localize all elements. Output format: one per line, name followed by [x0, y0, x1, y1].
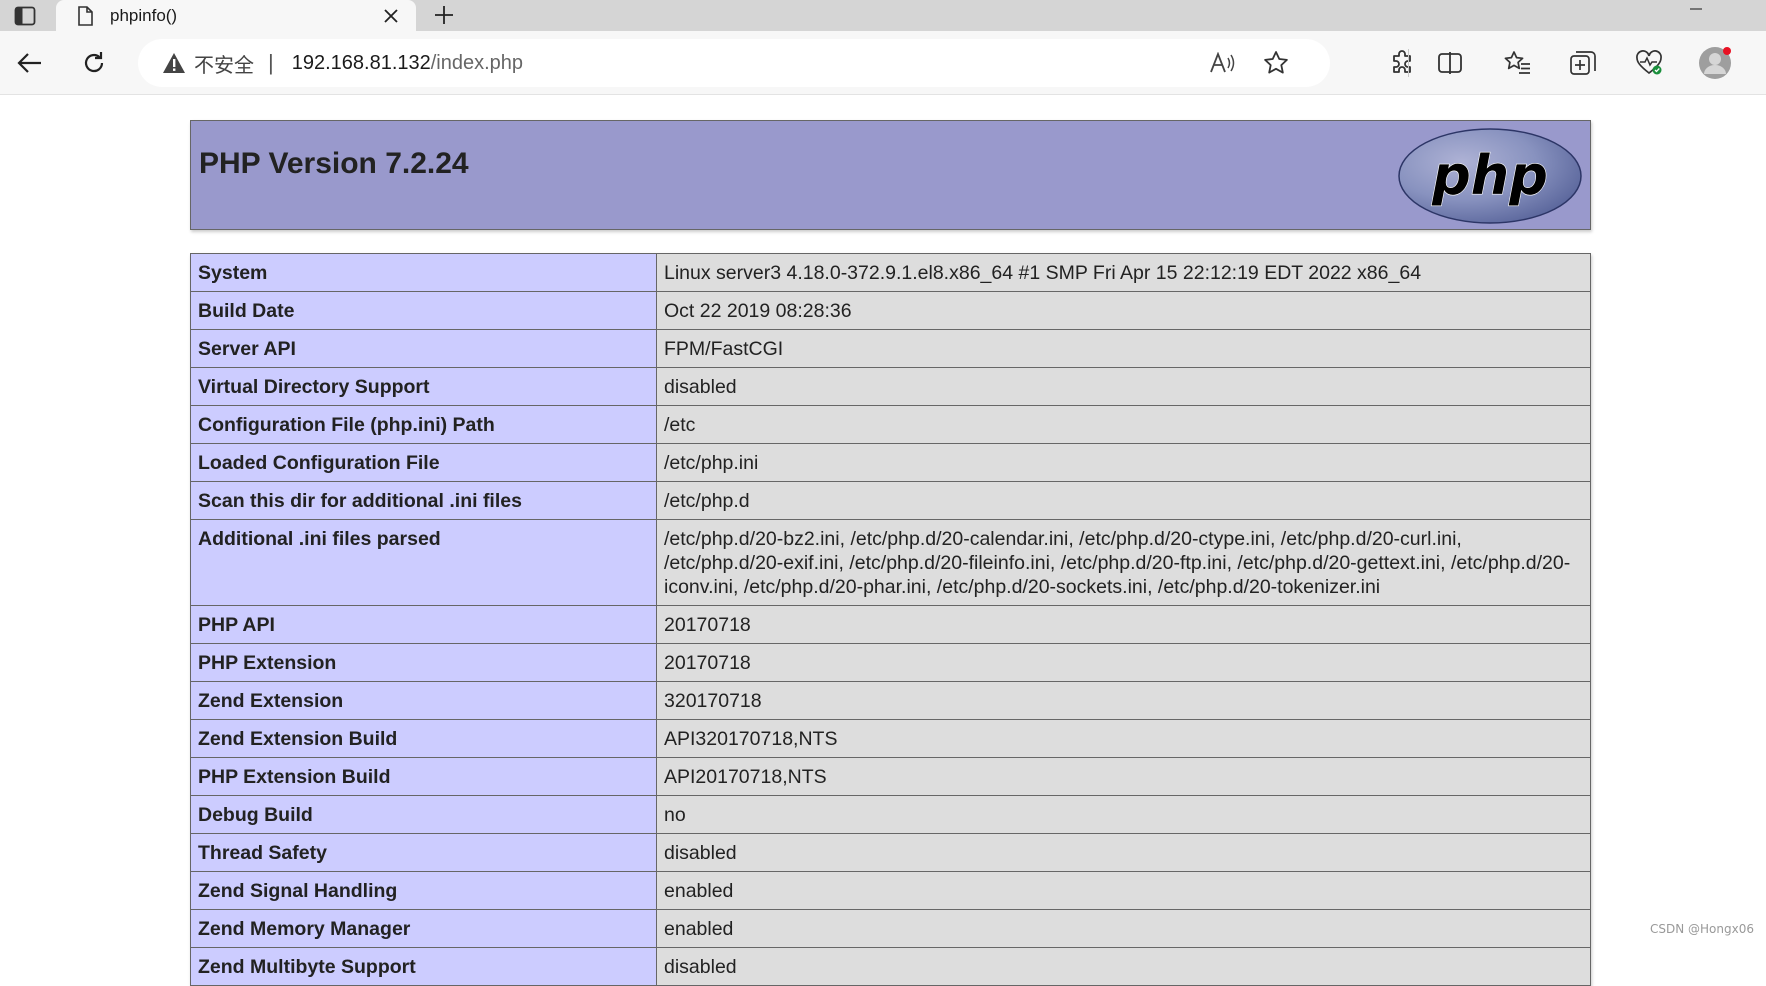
table-row: Build Date Oct 22 2019 08:28:36: [190, 291, 1591, 330]
row-key: Zend Signal Handling: [190, 871, 657, 910]
row-value: /etc: [656, 405, 1591, 444]
row-key: Build Date: [190, 291, 657, 330]
row-value: disabled: [656, 367, 1591, 406]
window-minimize-button[interactable]: [1686, 0, 1706, 10]
row-key: Zend Multibyte Support: [190, 947, 657, 986]
row-key: Zend Extension: [190, 681, 657, 720]
address-separator: |: [268, 50, 274, 75]
url-path: /index.php: [430, 51, 524, 74]
back-arrow-icon[interactable]: [10, 43, 50, 83]
table-row: PHP API 20170718: [190, 605, 1591, 644]
table-row: Zend Memory Manager enabled: [190, 909, 1591, 948]
row-value: /etc/php.d/20-bz2.ini, /etc/php.d/20-cal…: [656, 519, 1591, 606]
split-screen-icon[interactable]: [1430, 43, 1470, 83]
row-key: Scan this dir for additional .ini files: [190, 481, 657, 520]
warning-icon[interactable]: [162, 51, 186, 75]
row-key: Debug Build: [190, 795, 657, 834]
star-icon[interactable]: [1256, 43, 1296, 83]
php-logo-text: php: [1431, 144, 1548, 207]
row-value: 20170718: [656, 605, 1591, 644]
table-row: System Linux server3 4.18.0-372.9.1.el8.x…: [190, 253, 1591, 292]
url-text[interactable]: 192.168.81.132/index.php: [292, 52, 523, 75]
table-row: Zend Multibyte Support disabled: [190, 947, 1591, 986]
plus-icon[interactable]: [430, 2, 458, 28]
table-row: Zend Signal Handling enabled: [190, 871, 1591, 910]
table-row: Server API FPM/FastCGI: [190, 329, 1591, 368]
tab-strip: phpinfo(): [0, 0, 1766, 31]
puzzle-icon[interactable]: [1382, 43, 1422, 83]
table-row: Loaded Configuration File/etc/php.ini: [190, 443, 1591, 482]
table-row: Zend Extension Build API320170718,NTS: [190, 719, 1591, 758]
row-value: disabled: [656, 833, 1591, 872]
row-value: 20170718: [656, 643, 1591, 682]
phpinfo-page: PHP Version 7.2.24 php System Linux serve…: [190, 120, 1591, 986]
profile-notification-badge: [1723, 47, 1731, 55]
table-row: Configuration File (php.ini) Path/etc: [190, 405, 1591, 444]
table-row: Debug Build no: [190, 795, 1591, 834]
refresh-icon[interactable]: [74, 43, 114, 83]
row-key: Additional .ini files parsed: [190, 519, 657, 606]
row-value: FPM/FastCGI: [656, 329, 1591, 368]
collections-icon[interactable]: [1563, 43, 1603, 83]
row-value: API20170718,NTS: [656, 757, 1591, 796]
row-key: Zend Memory Manager: [190, 909, 657, 948]
row-value: API320170718,NTS: [656, 719, 1591, 758]
close-icon[interactable]: [380, 5, 402, 27]
address-bar[interactable]: 不安全 | 192.168.81.132/index.php: [138, 39, 1330, 87]
row-key: Thread Safety: [190, 833, 657, 872]
row-value: Oct 22 2019 08:28:36: [656, 291, 1591, 330]
tab-title: phpinfo(): [110, 5, 178, 25]
row-value: disabled: [656, 947, 1591, 986]
row-value: /etc/php.d: [656, 481, 1591, 520]
row-value: 320170718: [656, 681, 1591, 720]
table-row: Scan this dir for additional .ini files /…: [190, 481, 1591, 520]
row-key: PHP API: [190, 605, 657, 644]
row-value: enabled: [656, 909, 1591, 948]
page-icon: [76, 5, 94, 26]
info-table: System Linux server3 4.18.0-372.9.1.el8.x…: [190, 253, 1591, 986]
row-key: Server API: [190, 329, 657, 368]
row-key: Zend Extension Build: [190, 719, 657, 758]
tab-actions-icon[interactable]: [10, 5, 40, 27]
read-aloud-icon[interactable]: [1202, 43, 1242, 83]
page-title: PHP Version 7.2.24: [199, 147, 469, 180]
row-key: PHP Extension: [190, 643, 657, 682]
row-value: no: [656, 795, 1591, 834]
php-logo[interactable]: php: [1398, 128, 1582, 224]
row-value: enabled: [656, 871, 1591, 910]
table-row: Additional .ini files parsed/etc/php.d/2…: [190, 519, 1591, 606]
table-row: Virtual Directory Support disabled: [190, 367, 1591, 406]
row-key: Configuration File (php.ini) Path: [190, 405, 657, 444]
navigation-toolbar: 不安全 | 192.168.81.132/index.php: [0, 31, 1766, 95]
heart-pulse-icon[interactable]: [1629, 43, 1669, 83]
row-value: Linux server3 4.18.0-372.9.1.el8.x86_64 …: [656, 253, 1591, 292]
row-key: Loaded Configuration File: [190, 443, 657, 482]
toolbar-divider: [1408, 49, 1409, 77]
table-row: PHP Extension 20170718: [190, 643, 1591, 682]
row-key: PHP Extension Build: [190, 757, 657, 796]
table-row: PHP Extension Build API20170718,NTS: [190, 757, 1591, 796]
avatar-icon[interactable]: [1695, 43, 1735, 83]
tab-phpinfo[interactable]: phpinfo(): [56, 0, 416, 31]
phpinfo-header: PHP Version 7.2.24 php: [190, 120, 1591, 230]
table-row: Zend Extension 320170718: [190, 681, 1591, 720]
watermark: CSDN @Hongx06: [1650, 922, 1754, 936]
row-key: System: [190, 253, 657, 292]
row-key: Virtual Directory Support: [190, 367, 657, 406]
favorites-icon[interactable]: [1497, 43, 1537, 83]
row-value: /etc/php.ini: [656, 443, 1591, 482]
url-host: 192.168.81.132: [291, 51, 431, 74]
table-row: Thread Safety disabled: [190, 833, 1591, 872]
security-label[interactable]: 不安全: [194, 49, 254, 78]
